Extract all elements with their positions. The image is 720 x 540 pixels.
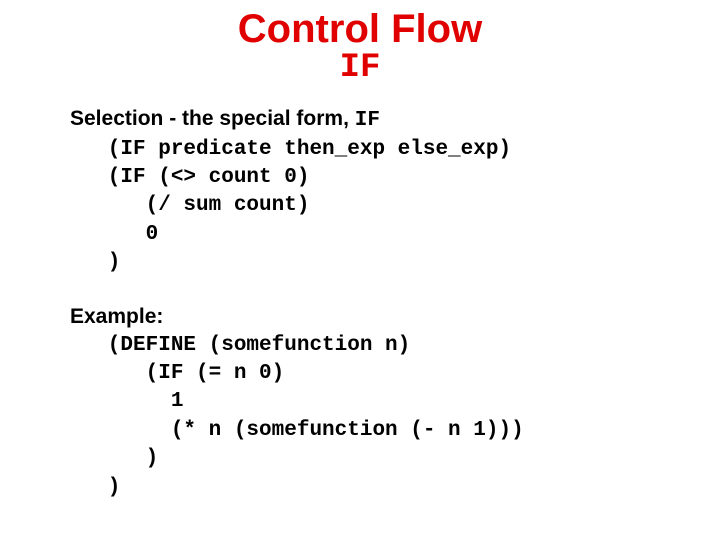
example-heading: Example:	[70, 303, 650, 331]
code-line: )	[70, 249, 650, 277]
code-line: 1	[70, 388, 650, 416]
code-line: (IF predicate then_exp else_exp)	[70, 136, 650, 164]
slide-title: Control Flow	[70, 8, 650, 50]
code-line: (* n (somefunction (- n 1)))	[70, 417, 650, 445]
code-line: (IF (= n 0)	[70, 360, 650, 388]
selection-block: Selection - the special form, IF (IF pre…	[70, 105, 650, 277]
slide-subtitle: IF	[70, 50, 650, 87]
code-line: 0	[70, 221, 650, 249]
code-line: )	[70, 445, 650, 473]
example-block: Example: (DEFINE (somefunction n) (IF (=…	[70, 303, 650, 501]
code-line: (DEFINE (somefunction n)	[70, 332, 650, 360]
selection-heading-code: IF	[355, 109, 380, 132]
code-line: )	[70, 474, 650, 502]
selection-heading-text: Selection - the special form,	[70, 107, 355, 130]
code-line: (IF (<> count 0)	[70, 164, 650, 192]
code-line: (/ sum count)	[70, 192, 650, 220]
selection-heading: Selection - the special form, IF	[70, 105, 650, 135]
slide: Control Flow IF Selection - the special …	[0, 0, 720, 502]
